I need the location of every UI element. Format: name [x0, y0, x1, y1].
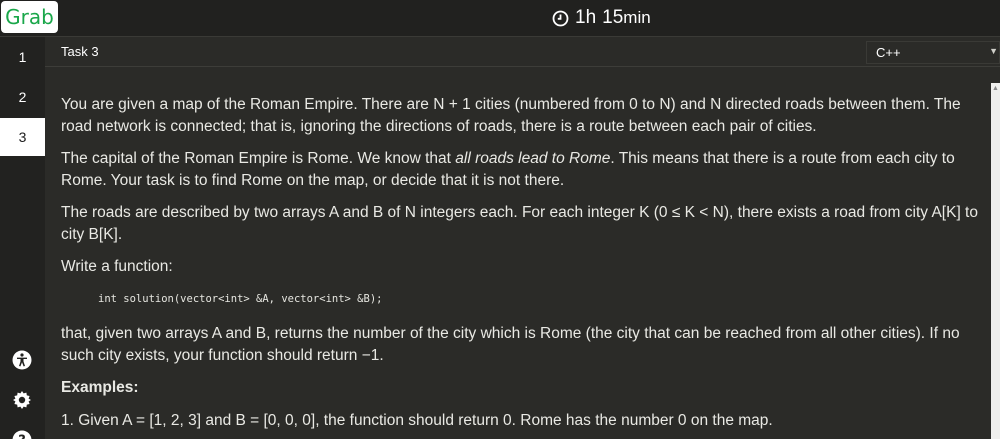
scrollbar[interactable]: ▲: [991, 83, 1000, 439]
caret-down-icon: ▼: [989, 46, 998, 56]
language-value: C++: [876, 45, 901, 60]
timer-minutes: 15: [602, 7, 624, 28]
sidebar-task-2[interactable]: 2: [0, 78, 45, 116]
task-title: Task 3: [61, 44, 99, 59]
top-bar: Grab 1h 15min: [0, 0, 1000, 37]
task-header: Task 3 C++ ▼: [45, 37, 1000, 67]
emphasis-text: all roads lead to Rome: [455, 150, 611, 167]
accessibility-icon[interactable]: [11, 349, 33, 371]
settings-icon[interactable]: [11, 389, 33, 411]
statement-paragraph-1: You are given a map of the Roman Empire.…: [61, 96, 961, 135]
statement-paragraph-2: The capital of the Roman Empire is Rome.…: [61, 150, 955, 189]
statement-paragraph-5: that, given two arrays A and B, returns …: [61, 325, 960, 364]
examples-heading: Examples:: [61, 379, 139, 396]
example-1: 1. Given A = [1, 2, 3] and B = [0, 0, 0]…: [61, 412, 773, 429]
clock-icon: [552, 10, 569, 27]
language-select[interactable]: C++ ▼: [866, 41, 1000, 64]
function-signature: int solution(vector<int> &A, vector<int>…: [98, 293, 383, 305]
scroll-up-icon[interactable]: ▲: [992, 85, 999, 92]
statement-paragraph-4: Write a function:: [61, 258, 173, 275]
timer-hours: 1h: [575, 7, 597, 28]
statement-paragraph-3: The roads are described by two arrays A …: [61, 204, 978, 243]
sidebar-task-3[interactable]: 3: [0, 118, 45, 156]
problem-statement: You are given a map of the Roman Empire.…: [45, 68, 990, 439]
grab-logo[interactable]: Grab: [1, 1, 58, 33]
sidebar-task-1[interactable]: 1: [0, 38, 45, 76]
timer-unit: min: [623, 8, 651, 27]
help-icon[interactable]: ?: [11, 429, 33, 439]
svg-text:?: ?: [18, 434, 26, 439]
sidebar: 1 2 3 ?: [0, 37, 45, 439]
timer: 1h 15min: [552, 7, 651, 29]
